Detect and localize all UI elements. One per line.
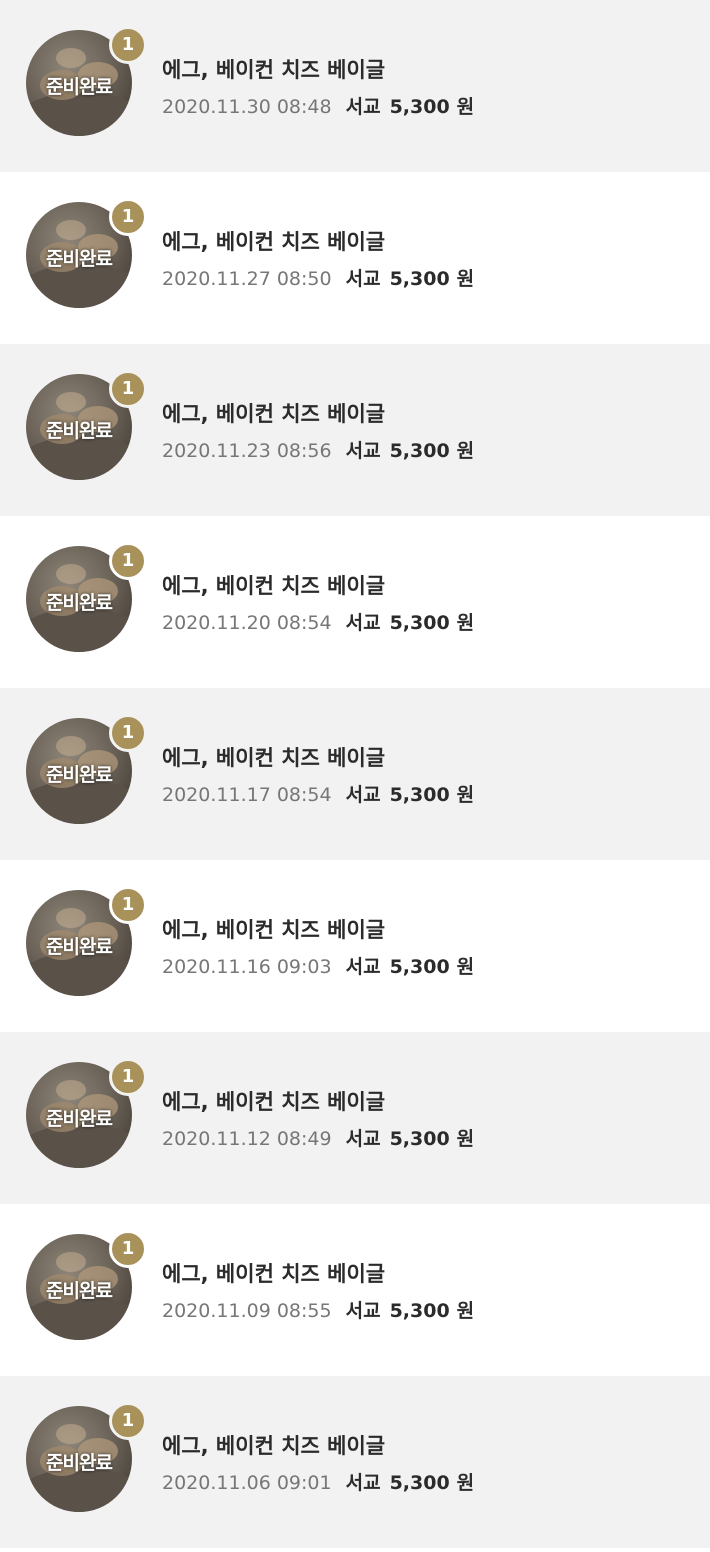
currency-unit: 원: [456, 1472, 475, 1494]
item-name: 에그, 베이컨 치즈 베이글: [162, 1434, 386, 1458]
store-name: 서교: [345, 612, 381, 634]
order-price: 5,300: [389, 1300, 450, 1322]
order-date: 2020.11.06 09:01: [162, 1472, 332, 1494]
store-name: 서교: [345, 96, 381, 118]
quantity-badge: 1: [109, 370, 147, 408]
order-thumbnail: 준비완료 1: [26, 370, 147, 480]
order-row[interactable]: 준비완료 1 에그, 베이컨 치즈 베이글 2020.11.16 09:03 서교…: [0, 860, 710, 1032]
item-name: 에그, 베이컨 치즈 베이글: [162, 402, 386, 426]
order-meta: 2020.11.16 09:03 서교 5,300 원: [162, 952, 474, 979]
order-price: 5,300: [389, 1472, 450, 1494]
store-name: 서교: [345, 268, 381, 290]
order-price: 5,300: [389, 956, 450, 978]
store-name: 서교: [345, 956, 381, 978]
item-name: 에그, 베이컨 치즈 베이글: [162, 1090, 386, 1114]
order-price: 5,300: [389, 96, 450, 118]
currency-unit: 원: [456, 96, 475, 118]
order-thumbnail: 준비완료 1: [26, 714, 147, 824]
quantity-badge: 1: [109, 198, 147, 236]
item-name: 에그, 베이컨 치즈 베이글: [162, 58, 386, 82]
order-price: 5,300: [389, 784, 450, 806]
order-thumbnail: 준비완료 1: [26, 886, 147, 996]
currency-unit: 원: [456, 268, 475, 290]
currency-unit: 원: [456, 784, 475, 806]
order-thumbnail: 준비완료 1: [26, 1058, 147, 1168]
store-name: 서교: [345, 1300, 381, 1322]
order-row[interactable]: 준비완료 1 에그, 베이컨 치즈 베이글 2020.11.27 08:50 서교…: [0, 172, 710, 344]
order-date: 2020.11.17 08:54: [162, 784, 332, 806]
item-name: 에그, 베이컨 치즈 베이글: [162, 1262, 386, 1286]
order-date: 2020.11.20 08:54: [162, 612, 332, 634]
currency-unit: 원: [456, 1300, 475, 1322]
order-thumbnail: 준비완료 1: [26, 1402, 147, 1512]
order-price: 5,300: [389, 440, 450, 462]
currency-unit: 원: [456, 956, 475, 978]
quantity-badge: 1: [109, 1230, 147, 1268]
order-date: 2020.11.16 09:03: [162, 956, 332, 978]
order-thumbnail: 준비완료 1: [26, 1230, 147, 1340]
order-row[interactable]: 준비완료 1 에그, 베이컨 치즈 베이글 2020.11.06 09:01 서교…: [0, 1376, 710, 1548]
order-thumbnail: 준비완료 1: [26, 542, 147, 652]
item-name: 에그, 베이컨 치즈 베이글: [162, 230, 386, 254]
item-name: 에그, 베이컨 치즈 베이글: [162, 746, 386, 770]
order-meta: 2020.11.23 08:56 서교 5,300 원: [162, 436, 474, 463]
quantity-badge: 1: [109, 714, 147, 752]
quantity-badge: 1: [109, 886, 147, 924]
status-label: 준비완료: [46, 1108, 113, 1130]
order-meta: 2020.11.30 08:48 서교 5,300 원: [162, 92, 474, 119]
order-meta: 2020.11.17 08:54 서교 5,300 원: [162, 780, 474, 807]
currency-unit: 원: [456, 440, 475, 462]
quantity-badge: 1: [109, 1058, 147, 1096]
order-price: 5,300: [389, 1128, 450, 1150]
item-name: 에그, 베이컨 치즈 베이글: [162, 918, 386, 942]
order-history-list: 준비완료 1 에그, 베이컨 치즈 베이글 2020.11.30 08:48 서교…: [0, 0, 710, 1552]
status-label: 준비완료: [46, 1280, 113, 1302]
status-label: 준비완료: [46, 76, 113, 98]
status-label: 준비완료: [46, 764, 113, 786]
item-name: 에그, 베이컨 치즈 베이글: [162, 574, 386, 598]
status-label: 준비완료: [46, 420, 113, 442]
store-name: 서교: [345, 1128, 381, 1150]
status-label: 준비완료: [46, 592, 113, 614]
currency-unit: 원: [456, 612, 475, 634]
status-label: 준비완료: [46, 936, 113, 958]
order-date: 2020.11.12 08:49: [162, 1128, 332, 1150]
order-meta: 2020.11.20 08:54 서교 5,300 원: [162, 608, 474, 635]
order-row[interactable]: 준비완료 1 에그, 베이컨 치즈 베이글 2020.11.17 08:54 서교…: [0, 688, 710, 860]
status-label: 준비완료: [46, 1452, 113, 1474]
order-row[interactable]: 준비완료 1 에그, 베이컨 치즈 베이글 2020.11.12 08:49 서교…: [0, 1032, 710, 1204]
order-row[interactable]: 준비완료 1 에그, 베이컨 치즈 베이글 2020.11.30 08:48 서교…: [0, 0, 710, 172]
order-meta: 2020.11.09 08:55 서교 5,300 원: [162, 1296, 474, 1323]
order-row[interactable]: 준비완료 1 에그, 베이컨 치즈 베이글 2020.11.09 08:55 서교…: [0, 1204, 710, 1376]
order-price: 5,300: [389, 268, 450, 290]
order-date: 2020.11.23 08:56: [162, 440, 332, 462]
order-date: 2020.11.30 08:48: [162, 96, 332, 118]
store-name: 서교: [345, 440, 381, 462]
order-meta: 2020.11.12 08:49 서교 5,300 원: [162, 1124, 474, 1151]
order-price: 5,300: [389, 612, 450, 634]
store-name: 서교: [345, 1472, 381, 1494]
order-row[interactable]: 준비완료 1 에그, 베이컨 치즈 베이글 2020.11.20 08:54 서교…: [0, 516, 710, 688]
order-meta: 2020.11.06 09:01 서교 5,300 원: [162, 1468, 474, 1495]
quantity-badge: 1: [109, 26, 147, 64]
order-date: 2020.11.09 08:55: [162, 1300, 332, 1322]
order-thumbnail: 준비완료 1: [26, 198, 147, 308]
store-name: 서교: [345, 784, 381, 806]
order-date: 2020.11.27 08:50: [162, 268, 332, 290]
order-meta: 2020.11.27 08:50 서교 5,300 원: [162, 264, 474, 291]
quantity-badge: 1: [109, 1402, 147, 1440]
quantity-badge: 1: [109, 542, 147, 580]
status-label: 준비완료: [46, 248, 113, 270]
order-thumbnail: 준비완료 1: [26, 26, 147, 136]
order-row[interactable]: 준비완료 1 에그, 베이컨 치즈 베이글 2020.11.23 08:56 서교…: [0, 344, 710, 516]
currency-unit: 원: [456, 1128, 475, 1150]
